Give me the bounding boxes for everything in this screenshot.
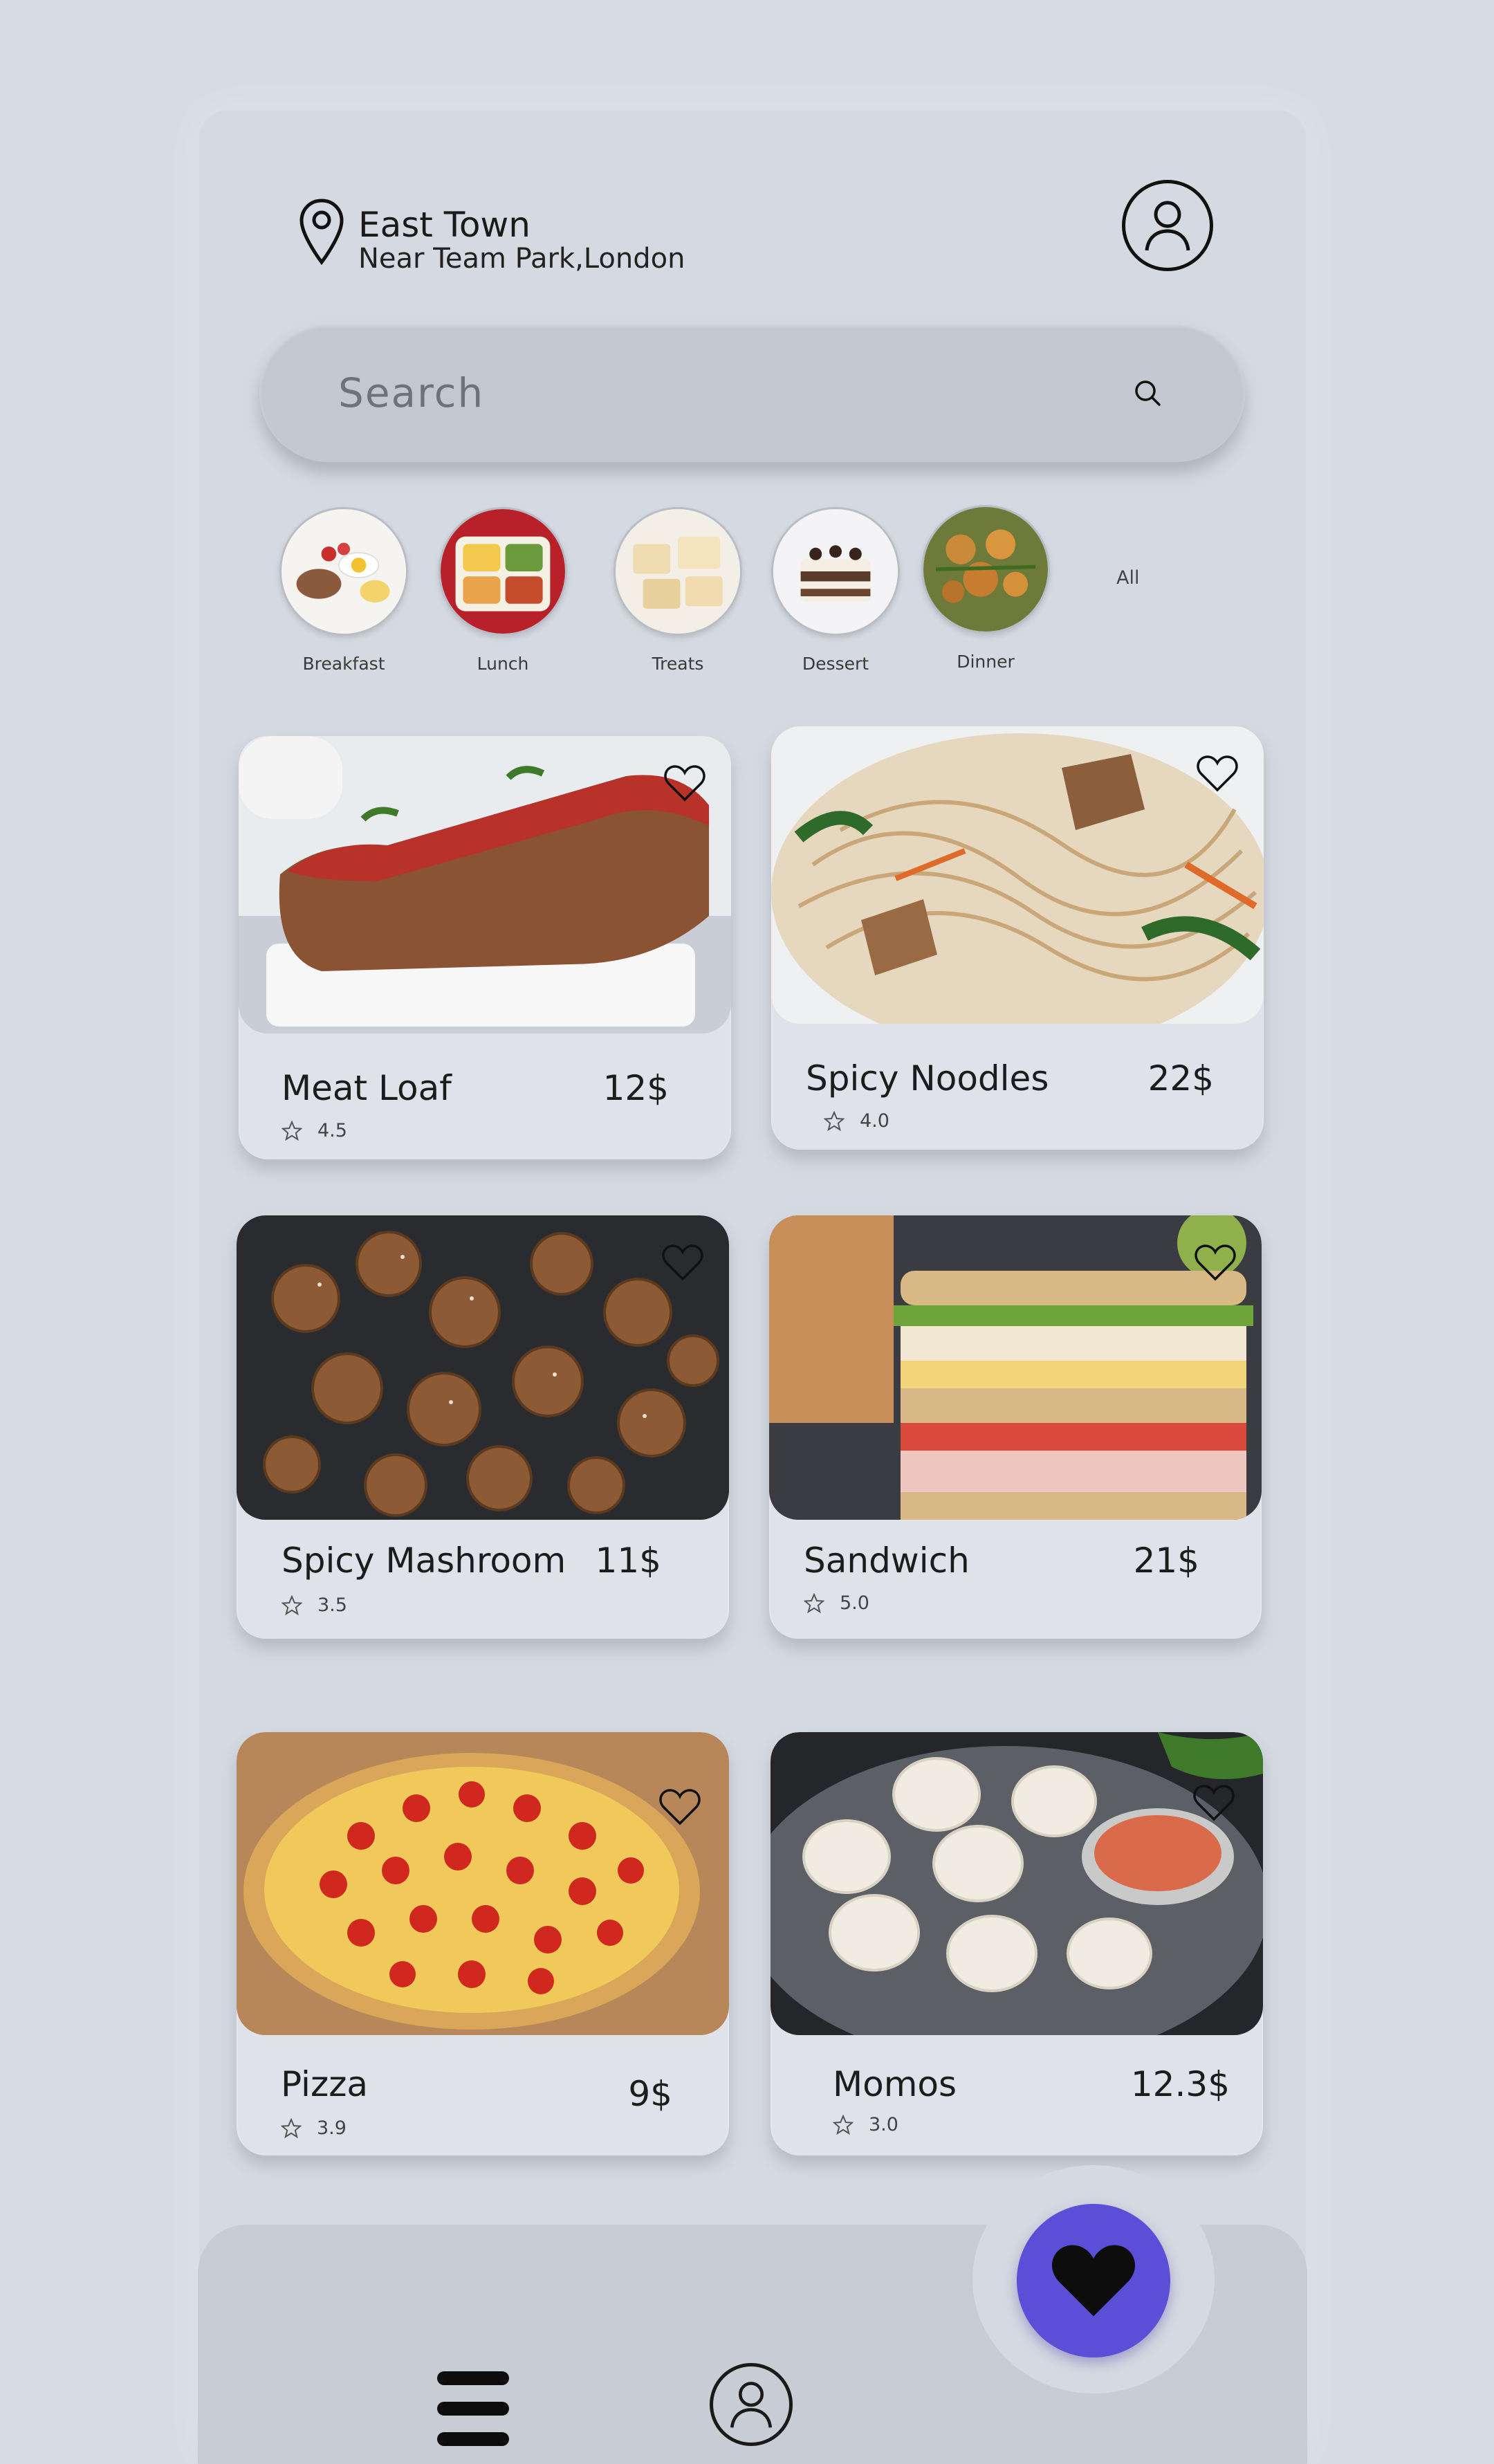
lunch-image bbox=[439, 507, 567, 636]
heart-icon[interactable] bbox=[661, 1243, 704, 1282]
treats-image bbox=[614, 507, 742, 636]
dish-price: 9$ bbox=[628, 2074, 672, 2114]
category-dessert[interactable]: Dessert bbox=[770, 507, 901, 674]
heart-icon[interactable] bbox=[1196, 754, 1239, 793]
dish-image bbox=[769, 1215, 1262, 1520]
heart-icon[interactable] bbox=[663, 764, 706, 802]
rating-value: 3.5 bbox=[317, 1594, 347, 1616]
rating-value: 5.0 bbox=[840, 1592, 869, 1614]
dish-card-meat-loaf[interactable]: Meat Loaf 12$ 4.5 bbox=[239, 736, 731, 1159]
star-outline-icon bbox=[282, 1594, 302, 1615]
rating-value: 3.0 bbox=[869, 2114, 898, 2135]
search-icon[interactable] bbox=[1133, 378, 1162, 407]
map-pin-icon bbox=[299, 199, 344, 266]
nav-profile-button[interactable] bbox=[710, 2363, 793, 2446]
category-label: Treats bbox=[652, 654, 704, 674]
dish-price: 12$ bbox=[602, 1068, 669, 1108]
dish-name: Sandwich bbox=[804, 1541, 970, 1581]
rating-value: 4.0 bbox=[860, 1110, 889, 1132]
category-all[interactable]: All bbox=[1116, 567, 1139, 589]
star-outline-icon bbox=[282, 1120, 302, 1141]
star-outline-icon bbox=[804, 1592, 824, 1613]
dessert-image bbox=[771, 507, 900, 636]
dish-rating: 5.0 bbox=[804, 1592, 869, 1614]
dish-card-sandwich[interactable]: Sandwich 21$ 5.0 bbox=[769, 1215, 1262, 1639]
dish-name: Spicy Noodles bbox=[806, 1058, 1049, 1098]
dish-rating: 4.0 bbox=[824, 1110, 889, 1132]
search-input[interactable] bbox=[337, 369, 1133, 417]
category-label: Lunch bbox=[477, 654, 529, 674]
dish-rating: 4.5 bbox=[282, 1120, 347, 1141]
category-label: Dinner bbox=[957, 652, 1015, 672]
search-bar[interactable] bbox=[259, 324, 1245, 462]
hamburger-menu-icon[interactable] bbox=[437, 2371, 509, 2446]
dish-image bbox=[239, 736, 731, 1033]
dish-name: Spicy Mashroom bbox=[282, 1541, 566, 1581]
dish-image bbox=[771, 726, 1264, 1024]
dish-price: 22$ bbox=[1147, 1058, 1214, 1098]
dish-image bbox=[237, 1732, 729, 2035]
category-dinner[interactable]: Dinner bbox=[920, 505, 1051, 672]
dish-card-pizza[interactable]: Pizza 9$ 3.9 bbox=[237, 1732, 729, 2155]
rating-value: 3.9 bbox=[317, 2117, 347, 2139]
dish-card-spicy-mashroom[interactable]: Spicy Mashroom 11$ 3.5 bbox=[237, 1215, 729, 1639]
star-outline-icon bbox=[824, 1110, 845, 1131]
dish-rating: 3.5 bbox=[282, 1594, 347, 1616]
category-label: Dessert bbox=[802, 654, 869, 674]
dish-price: 11$ bbox=[595, 1541, 661, 1581]
star-outline-icon bbox=[281, 2117, 302, 2138]
location-city[interactable]: East Town bbox=[358, 204, 531, 246]
dish-rating: 3.0 bbox=[833, 2114, 898, 2135]
breakfast-image bbox=[279, 507, 408, 636]
category-label: Breakfast bbox=[302, 654, 385, 674]
dinner-image bbox=[921, 505, 1050, 634]
favorites-button[interactable] bbox=[1017, 2204, 1170, 2357]
rating-value: 4.5 bbox=[317, 1120, 347, 1141]
dish-card-spicy-noodles[interactable]: Spicy Noodles 22$ 4.0 bbox=[771, 726, 1264, 1150]
dish-name: Momos bbox=[833, 2064, 957, 2104]
dish-price: 21$ bbox=[1133, 1541, 1199, 1581]
dish-price: 12.3$ bbox=[1130, 2064, 1230, 2104]
dish-rating: 3.9 bbox=[281, 2117, 347, 2139]
heart-icon bbox=[1051, 2245, 1136, 2317]
dish-image bbox=[771, 1732, 1263, 2035]
heart-icon[interactable] bbox=[1194, 1243, 1237, 1282]
category-lunch[interactable]: Lunch bbox=[437, 507, 569, 674]
dish-name: Pizza bbox=[281, 2064, 369, 2104]
location-address[interactable]: Near Team Park,London bbox=[358, 242, 685, 275]
category-breakfast[interactable]: Breakfast bbox=[278, 507, 409, 674]
dish-name: Meat Loaf bbox=[282, 1068, 452, 1108]
dish-card-momos[interactable]: Momos 12.3$ 3.0 bbox=[771, 1732, 1263, 2155]
user-circle-icon bbox=[730, 2382, 773, 2428]
user-circle-icon bbox=[1145, 201, 1190, 251]
dish-image bbox=[237, 1215, 729, 1520]
star-outline-icon bbox=[833, 2114, 854, 2135]
category-treats[interactable]: Treats bbox=[612, 507, 744, 674]
profile-button[interactable] bbox=[1122, 180, 1213, 271]
heart-icon[interactable] bbox=[658, 1787, 701, 1826]
heart-icon[interactable] bbox=[1192, 1783, 1235, 1822]
